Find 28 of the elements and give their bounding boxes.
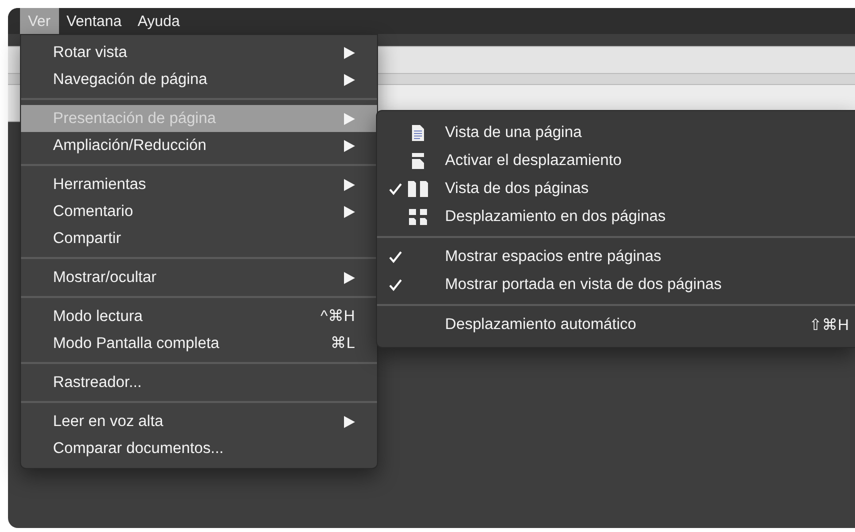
menu-item[interactable]: Modo lectura ^⌘H <box>21 303 377 330</box>
menu-item[interactable]: Mostrar espacios entre páginas <box>377 243 855 271</box>
menu-item[interactable]: Desplazamiento automático ⇧⌘H <box>377 311 855 339</box>
menu-item[interactable]: Rotar vista <box>21 39 377 66</box>
menu-item[interactable]: Vista de una página <box>377 119 855 147</box>
menu-item[interactable]: Compartir <box>21 225 377 252</box>
menu-item[interactable]: Navegación de página <box>21 66 377 93</box>
page-icon <box>411 125 425 141</box>
menu-item[interactable]: Ampliación/Reducción <box>21 132 377 159</box>
menu-item[interactable]: Comparar documentos... <box>21 435 377 462</box>
menu-item[interactable]: Mostrar portada en vista de dos páginas <box>377 271 855 299</box>
menu-item[interactable]: Comentario <box>21 198 377 225</box>
two-pages-icon <box>407 181 429 197</box>
menu-item[interactable]: Activar el desplazamiento <box>377 147 855 175</box>
menu-item[interactable]: Vista de dos páginas <box>377 175 855 203</box>
shortcut-label: ⇧⌘H <box>808 316 849 334</box>
two-pages-grid-icon <box>408 209 428 225</box>
menu-item[interactable]: Desplazamiento en dos páginas <box>377 203 855 231</box>
menu-bar-item[interactable]: Ventana <box>58 8 130 34</box>
menu-item[interactable]: Herramientas <box>21 171 377 198</box>
scrolling-page-icon <box>411 153 425 169</box>
menu-item[interactable]: Mostrar/ocultar <box>21 264 377 291</box>
shortcut-label: ^⌘H <box>320 307 355 326</box>
menu-item[interactable]: Leer en voz alta <box>21 408 377 435</box>
menu-bar-item[interactable]: Ayuda <box>130 8 188 34</box>
menu-item[interactable]: Modo Pantalla completa ⌘L <box>21 330 377 357</box>
menu-item[interactable]: Rastreador... <box>21 369 377 396</box>
shortcut-label: ⌘L <box>330 334 355 353</box>
